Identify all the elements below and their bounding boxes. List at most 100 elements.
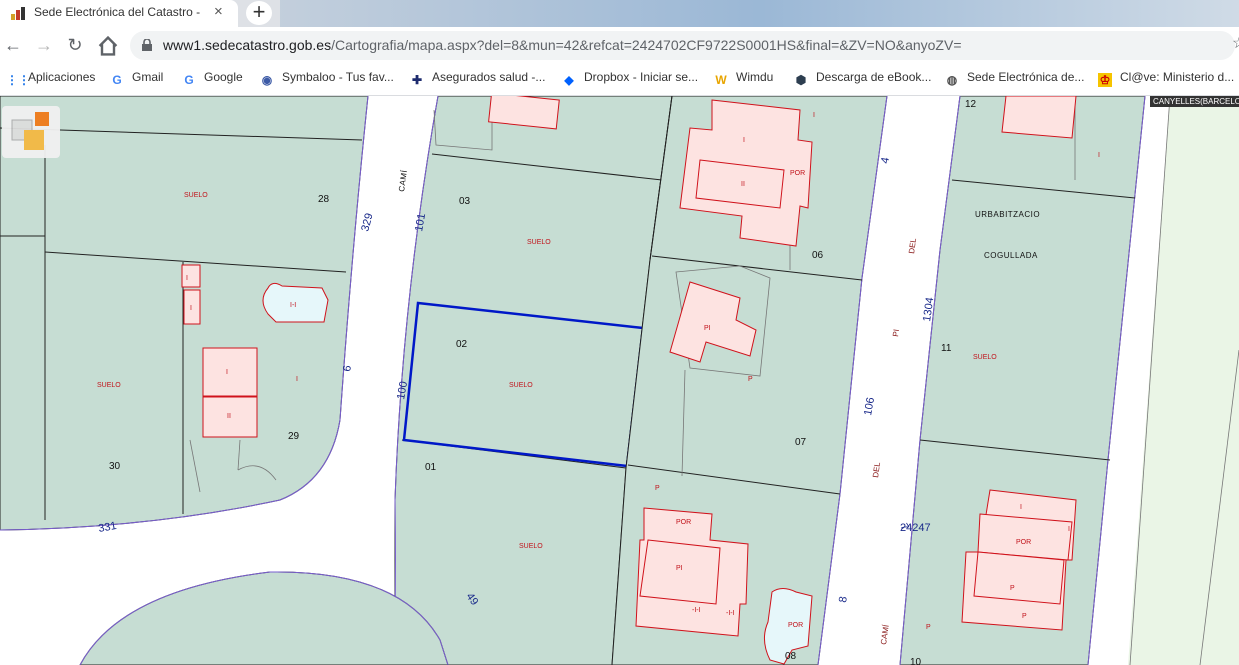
block-id: 24247 xyxy=(900,522,931,534)
municipality-label: CANYELLES(BARCELO xyxy=(1150,96,1239,107)
url-path: /Cartografia/mapa.aspx?del=8&mun=42&refc… xyxy=(331,37,962,53)
suelo-label: SUELO xyxy=(973,354,997,361)
bookmark-item-google[interactable]: G Google xyxy=(182,70,242,87)
street-name: PI xyxy=(891,329,901,338)
street-number: 106 xyxy=(862,396,877,416)
reload-icon[interactable]: ↻ xyxy=(63,33,87,57)
dropbox-icon: ◆ xyxy=(564,73,574,87)
green-area xyxy=(1128,96,1239,665)
address-bar[interactable]: www1.sedecatastro.gob.es/Cartografia/map… xyxy=(130,31,1235,60)
building-label: P xyxy=(926,624,931,631)
building-label: II xyxy=(227,413,231,420)
new-tab-button[interactable]: + xyxy=(246,1,272,25)
street-number: 329 xyxy=(359,212,375,233)
roundabout-island xyxy=(79,571,449,665)
suelo-label: SUELO xyxy=(184,192,208,199)
building-label: I xyxy=(296,376,298,383)
bookmark-label: Cl@ve: Ministerio d... xyxy=(1120,70,1235,84)
bookmark-label: Descarga de eBook... xyxy=(816,70,932,84)
parcel-number: 08 xyxy=(785,651,797,662)
symbaloo-icon: ◉ xyxy=(261,73,273,87)
bookmark-item-ebook[interactable]: ⬢ Descarga de eBook... xyxy=(794,70,932,87)
parcel-number: 06 xyxy=(812,250,824,261)
suelo-label: SUELO xyxy=(509,382,533,389)
building-label: I xyxy=(743,137,745,144)
street-number: 331 xyxy=(97,520,117,535)
forward-icon[interactable]: → xyxy=(32,33,56,57)
catastro-favicon-icon xyxy=(11,7,25,20)
parcel-number: 10 xyxy=(910,657,922,665)
suelo-label: SUELO xyxy=(519,543,543,550)
map-canvas[interactable]: .par { fill:#c6ddd3; stroke:#222; stroke… xyxy=(0,96,1239,665)
building-label: I xyxy=(190,305,192,312)
wimdu-icon: W xyxy=(715,73,727,87)
building-label: POR xyxy=(676,519,691,526)
layer-switcher-button[interactable] xyxy=(2,106,60,158)
building-label: I xyxy=(1098,152,1100,159)
building-label: P xyxy=(655,485,660,492)
browser-tab[interactable]: Sede Electrónica del Catastro - F × xyxy=(0,0,238,27)
building-label: POR xyxy=(788,622,803,629)
urbanization-label: COGULLADA xyxy=(984,251,1038,260)
ebook-icon: ⬢ xyxy=(795,73,807,87)
tabstrip-background xyxy=(280,0,1239,27)
suelo-label: SUELO xyxy=(527,239,551,246)
parcel-number: 12 xyxy=(965,99,977,110)
tab-strip: Sede Electrónica del Catastro - F × + xyxy=(0,0,1239,27)
street-number: 6 xyxy=(341,364,354,372)
bookmark-item-symbaloo[interactable]: ◉ Symbaloo - Tus fav... xyxy=(260,70,394,87)
bookmarks-bar: ⋮⋮Aplicaciones G Gmail G Google ◉ Symbaloo … xyxy=(0,64,1239,96)
bookmark-item-dropbox[interactable]: ◆ Dropbox - Iniciar se... xyxy=(562,70,698,87)
building-label: I xyxy=(226,369,228,376)
street-number: 8 xyxy=(837,596,850,604)
building-label: -I-I xyxy=(692,607,701,614)
home-icon[interactable] xyxy=(96,34,120,58)
urbanization-label: URBABITZACIO xyxy=(975,210,1040,219)
globe-icon: ◍ xyxy=(946,73,958,87)
building-label: PI xyxy=(676,565,683,572)
bookmark-item-apps[interactable]: ⋮⋮Aplicaciones xyxy=(6,70,95,87)
cross-icon: ✚ xyxy=(411,73,423,87)
google-icon: G xyxy=(112,73,122,87)
parcel-number: 29 xyxy=(288,431,300,442)
url-text: www1.sedecatastro.gob.es/Cartografia/map… xyxy=(163,37,962,53)
google-icon: G xyxy=(184,73,194,87)
parcel-number: 07 xyxy=(795,437,807,448)
bookmark-label: Asegurados salud -... xyxy=(432,70,546,84)
bookmark-label: Dropbox - Iniciar se... xyxy=(584,70,699,84)
street-name: CAMÍ xyxy=(879,623,891,645)
building-label: I xyxy=(1068,526,1070,533)
building-label: I xyxy=(813,112,815,119)
building-label: I-I xyxy=(290,302,296,309)
close-tab-icon[interactable]: × xyxy=(214,3,223,20)
bookmark-item-sede[interactable]: ◍ Sede Electrónica de... xyxy=(945,70,1085,87)
building-label: I xyxy=(1020,504,1022,511)
lock-icon xyxy=(142,39,152,51)
building-label: I xyxy=(186,275,188,282)
back-icon[interactable]: ← xyxy=(1,33,25,57)
street-name: CAMÍ xyxy=(397,169,409,192)
url-host: www1.sedecatastro.gob.es xyxy=(163,37,332,53)
building-label: P xyxy=(1022,613,1027,620)
cadastral-map[interactable]: .par { fill:#c6ddd3; stroke:#222; stroke… xyxy=(0,96,1239,665)
building-label: POR xyxy=(1016,539,1031,546)
building-label: P xyxy=(1010,585,1015,592)
parcel-number: 03 xyxy=(459,196,471,207)
bookmark-item-asegurados[interactable]: ✚ Asegurados salud -... xyxy=(410,70,545,87)
parcel-number: 30 xyxy=(109,461,121,472)
bookmark-label: Gmail xyxy=(132,70,164,84)
building-label: P xyxy=(748,376,753,383)
bookmark-star-icon[interactable]: ☆ xyxy=(1232,33,1239,53)
bookmark-label: Aplicaciones xyxy=(28,70,96,84)
building-label: PI xyxy=(704,325,711,332)
suelo-label: SUELO xyxy=(97,382,121,389)
parcel-number: 28 xyxy=(318,194,330,205)
parcel-number: 01 xyxy=(425,462,437,473)
street-number: 4 xyxy=(879,156,892,164)
layers-icon xyxy=(11,112,49,150)
bookmark-item-clave[interactable]: ♔ Cl@ve: Ministerio d... xyxy=(1098,70,1234,87)
clave-icon: ♔ xyxy=(1098,73,1112,87)
building-label: II xyxy=(741,181,745,188)
bookmark-item-wimdu[interactable]: W Wimdu xyxy=(714,70,773,87)
bookmark-item-gmail[interactable]: G Gmail xyxy=(110,70,163,87)
